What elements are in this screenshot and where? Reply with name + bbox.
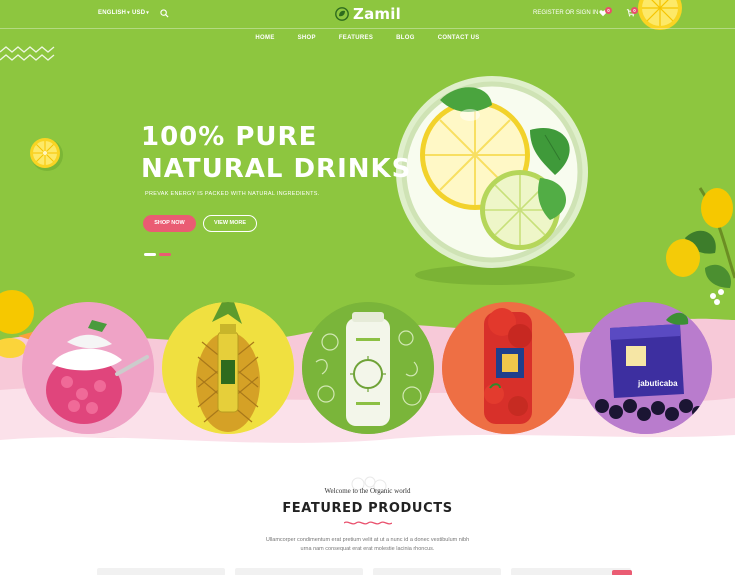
zigzag-decoration	[0, 46, 55, 61]
nav-item-home[interactable]: HOME	[255, 29, 274, 47]
featured-description-line2: urna nam consequat erat erat molestie la…	[300, 546, 435, 552]
search-icon[interactable]	[160, 9, 169, 18]
nav-item-shop[interactable]: SHOP	[298, 29, 316, 47]
lemonade-glass-image	[396, 76, 588, 285]
lemon-slice-decoration	[30, 138, 63, 171]
shop-now-button[interactable]: SHOP NOW	[143, 215, 196, 232]
currency-selector[interactable]: USD▾	[132, 10, 149, 16]
logo-text: Zamil	[353, 5, 401, 23]
chevron-down-icon: ▾	[127, 10, 130, 16]
language-selector[interactable]: ENGLISH▾	[98, 10, 130, 16]
tomato-pepper-image	[442, 302, 574, 434]
green-juice-bottle-image	[302, 302, 434, 434]
hero-subtitle: PREVAK ENERGY IS PACKED WITH NATURAL ING…	[145, 191, 320, 197]
jabuticaba-circle[interactable]: jabuticaba	[580, 302, 712, 434]
wave-divider-decoration	[344, 521, 392, 525]
site-logo[interactable]: Zamil	[335, 5, 401, 23]
slider-dot[interactable]	[159, 253, 171, 256]
wishlist-count-badge: 0	[605, 7, 612, 14]
tomato-circle[interactable]	[442, 302, 574, 434]
featured-products-title: FEATURED PRODUCTS	[282, 501, 453, 516]
cart-count-badge: 0	[631, 7, 638, 14]
view-more-button[interactable]: VIEW MORE	[203, 215, 257, 232]
section-welcome-text: Welcome to the Organic world	[324, 487, 411, 495]
nav-item-blog[interactable]: BLOG	[396, 29, 415, 47]
nav-item-contact[interactable]: CONTACT US	[438, 29, 480, 47]
nav-item-features[interactable]: FEATURES	[339, 29, 373, 47]
pineapple-juice-circle[interactable]	[162, 302, 294, 434]
slider-dot-active[interactable]	[144, 253, 156, 256]
pack-label-text: jabuticaba	[637, 379, 678, 388]
product-card[interactable]	[235, 568, 363, 575]
hero-title-line1: 100% PURE	[141, 122, 318, 152]
product-card[interactable]	[373, 568, 501, 575]
chevron-down-icon: ▾	[146, 10, 149, 16]
main-nav: HOME SHOP FEATURES BLOG CONTACT US	[0, 29, 735, 47]
register-signin-link[interactable]: REGISTER OR SIGN IN	[533, 10, 598, 16]
top-bar: ENGLISH▾ USD▾ Zamil REGISTER OR SIGN IN …	[0, 0, 735, 28]
slider-dots	[144, 253, 171, 256]
currency-label: USD	[132, 10, 146, 16]
hero-title-line2: NATURAL DRINKS	[141, 154, 412, 184]
sale-tag	[612, 570, 632, 575]
lemon-branch-decoration	[666, 187, 735, 305]
pineapple-juice-image	[162, 302, 294, 434]
featured-description-line1: Ullamcorper condimentum erat pretium vel…	[265, 537, 470, 543]
featured-description: Ullamcorper condimentum erat pretium vel…	[0, 536, 735, 554]
product-card[interactable]	[97, 568, 225, 575]
green-juice-circle[interactable]	[302, 302, 434, 434]
jabuticaba-pack-image: jabuticaba	[580, 302, 712, 434]
language-label: ENGLISH	[98, 10, 127, 16]
yogurt-raspberry-image	[22, 302, 154, 434]
yogurt-raspberry-circle[interactable]	[22, 302, 154, 434]
leaf-logo-icon	[335, 7, 349, 21]
